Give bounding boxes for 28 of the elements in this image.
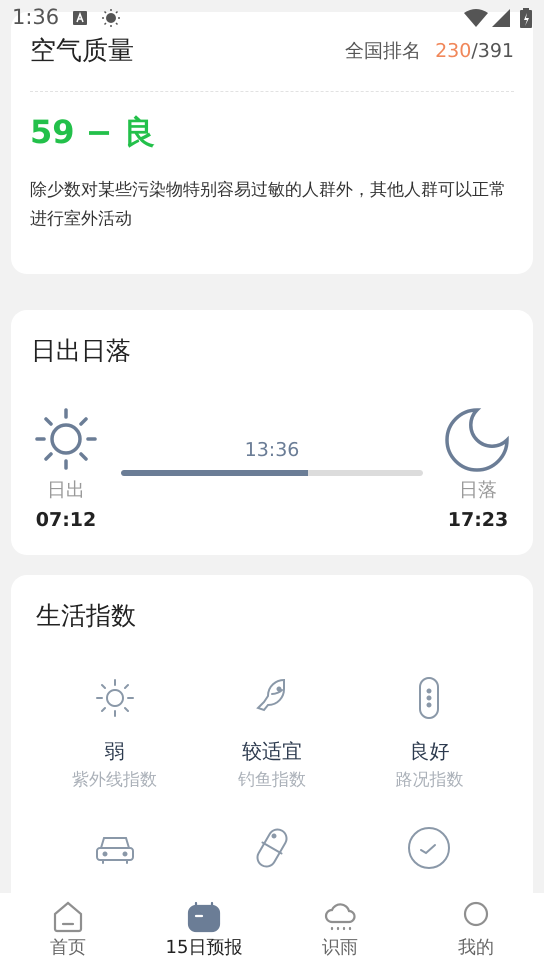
rank-label: 全国排名	[345, 39, 422, 64]
current-time: 13:36	[244, 438, 300, 462]
nav-tab[interactable]: 我的	[408, 900, 544, 961]
sun-icon	[101, 8, 122, 28]
aqi-description: 除少数对某些污染物特别容易过敏的人群外，其他人群可以正常进行室外活动	[30, 179, 507, 231]
card-title: 空气质量	[30, 35, 135, 68]
card-title: 生活指数	[36, 600, 137, 632]
aqi-value: 59 − 良	[30, 112, 157, 153]
nav-tab[interactable]: 识雨	[272, 900, 408, 961]
nav-tab[interactable]: 首页	[0, 900, 136, 961]
sunset-label: 日落	[459, 478, 497, 502]
nav-tab[interactable]: 15日预报	[136, 900, 272, 961]
sunrise-label: 日出	[47, 478, 85, 502]
index-label: 路况指数	[395, 769, 464, 792]
rank-value: 230/391	[435, 39, 514, 64]
index-value: 良好	[409, 738, 450, 765]
calendar-icon	[187, 900, 221, 934]
wifi-icon	[464, 9, 488, 27]
index-value: 较适宜	[242, 738, 302, 765]
home-icon	[51, 900, 85, 934]
index-value: 弱	[104, 738, 125, 765]
status-time: 1:36	[12, 4, 60, 32]
card-title: 日出日落	[31, 335, 132, 367]
sunrise-time: 07:12	[36, 508, 96, 533]
signal-icon	[492, 9, 510, 27]
index-label: 紫外线指数	[72, 769, 158, 792]
sunset-time: 17:23	[448, 508, 508, 533]
index-label: 钓鱼指数	[238, 769, 306, 792]
